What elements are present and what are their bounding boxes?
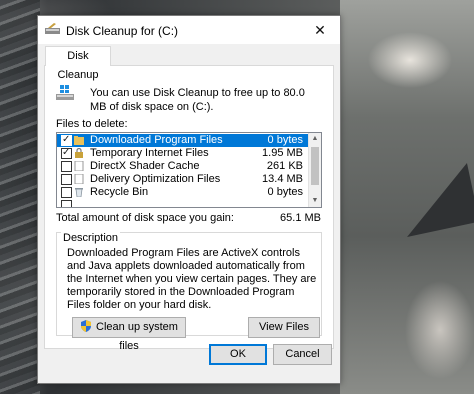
description-text: Downloaded Program Files are ActiveX con… <box>67 247 317 311</box>
file-name: Recycle Bin <box>90 186 149 198</box>
file-size: 1.95 MB <box>262 147 303 159</box>
list-scrollbar[interactable]: ▲ ▼ <box>308 133 321 207</box>
tab-panel: You can use Disk Cleanup to free up to 8… <box>44 65 334 352</box>
description-title: Description <box>61 232 121 244</box>
list-item[interactable]: Downloaded Program Files 0 bytes <box>57 133 309 147</box>
files-to-delete-label: Files to delete: <box>56 118 128 130</box>
checkbox[interactable] <box>61 200 72 207</box>
file-size: 13.4 MB <box>262 173 303 185</box>
view-files-button[interactable]: View Files <box>248 317 320 338</box>
file-name: Downloaded Program Files <box>90 134 223 146</box>
intro-text: You can use Disk Cleanup to free up to 8… <box>90 87 305 113</box>
file-name: Delivery Optimization Files <box>90 173 221 185</box>
tab-disk-cleanup[interactable]: Disk Cleanup <box>45 46 111 81</box>
checkbox[interactable] <box>61 146 72 159</box>
checkbox[interactable] <box>61 187 72 198</box>
scroll-down-icon[interactable]: ▼ <box>309 195 321 207</box>
total-gain-value: 65.1 MB <box>280 212 321 224</box>
disk-cleanup-icon <box>45 23 60 34</box>
file-size: 0 bytes <box>267 186 303 198</box>
blank-file-icon <box>74 161 84 171</box>
list-item[interactable] <box>57 199 309 207</box>
list-item[interactable]: DirectX Shader Cache 261 KB <box>57 160 309 173</box>
file-size: 261 KB <box>266 160 303 172</box>
clean-up-system-files-label: Clean up system files <box>96 321 178 352</box>
scroll-thumb[interactable] <box>311 147 319 185</box>
close-button[interactable]: ✕ <box>300 16 340 44</box>
scroll-up-icon[interactable]: ▲ <box>309 133 321 145</box>
recycle-bin-icon <box>75 188 83 197</box>
window-title: Disk Cleanup for (C:) <box>66 24 179 38</box>
blank-file-icon <box>74 174 84 184</box>
clean-up-system-files-button[interactable]: Clean up system files <box>72 317 186 352</box>
wallpaper-left-texture <box>0 0 40 394</box>
list-item[interactable]: Delivery Optimization Files 13.4 MB <box>57 173 309 186</box>
list-item[interactable]: Temporary Internet Files 1.95 MB <box>57 146 309 160</box>
file-name: Temporary Internet Files <box>90 147 209 159</box>
uac-shield-icon <box>81 320 92 332</box>
list-item[interactable]: Recycle Bin 0 bytes <box>57 186 309 199</box>
drive-icon <box>56 85 74 100</box>
checkbox[interactable] <box>61 174 72 185</box>
folder-icon <box>74 136 84 145</box>
file-name: DirectX Shader Cache <box>90 160 200 172</box>
files-list[interactable]: Downloaded Program Files 0 bytes Tempora… <box>56 132 322 208</box>
checkbox[interactable] <box>61 161 72 172</box>
disk-cleanup-dialog: Disk Cleanup for (C:) ✕ Disk Cleanup You… <box>37 15 341 384</box>
cancel-button[interactable]: Cancel <box>273 344 332 365</box>
file-size: 0 bytes <box>267 134 303 146</box>
title-bar[interactable]: Disk Cleanup for (C:) ✕ <box>38 16 340 44</box>
lock-icon <box>75 148 83 158</box>
total-gain-label: Total amount of disk space you gain: <box>56 212 234 224</box>
checkbox[interactable] <box>61 133 72 146</box>
ok-button[interactable]: OK <box>209 344 267 365</box>
